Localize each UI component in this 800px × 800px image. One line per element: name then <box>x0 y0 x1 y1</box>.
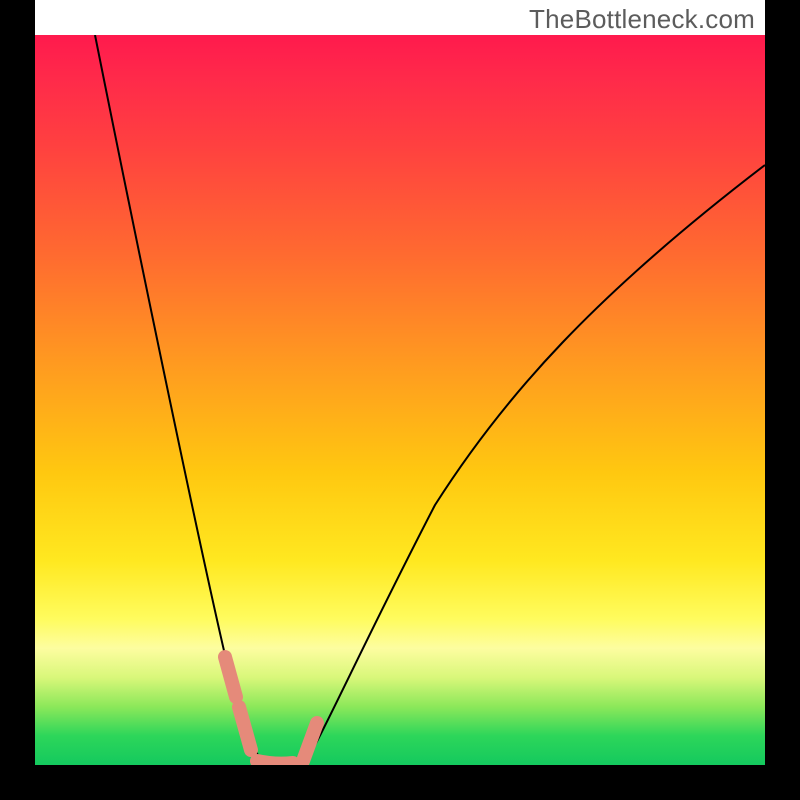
curve-left <box>95 35 263 763</box>
marker-right <box>303 723 317 761</box>
watermark-bar: TheBottleneck.com <box>35 0 765 35</box>
curve-right <box>305 165 765 763</box>
marker-left-lower <box>239 707 251 750</box>
marker-valley <box>257 761 293 764</box>
watermark-text: TheBottleneck.com <box>529 4 755 35</box>
chart-area <box>35 35 765 765</box>
marker-left-upper <box>225 657 236 697</box>
bottleneck-curve <box>35 35 765 765</box>
